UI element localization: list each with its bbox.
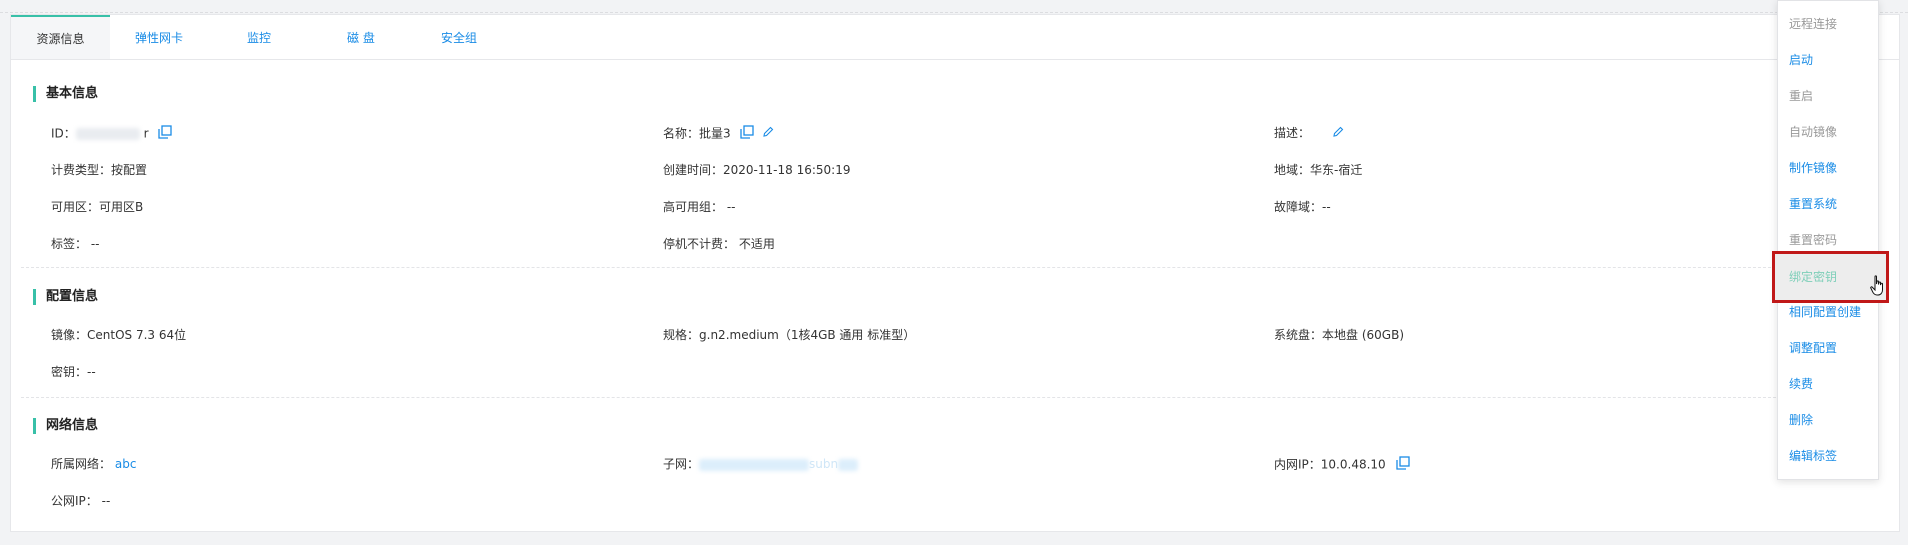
copy-icon[interactable] — [1395, 456, 1410, 474]
desc-label: 描述： — [1274, 126, 1311, 140]
field-created: 创建时间：2020-11-18 16:50:19 — [663, 162, 850, 178]
menu-item-resize[interactable]: 调整配置 — [1789, 340, 1837, 356]
image-label: 镜像： — [51, 328, 88, 342]
zone-label: 可用区： — [51, 200, 100, 214]
stopbill-label: 停机不计费： — [663, 237, 736, 251]
created-value: 2020-11-18 16:50:19 — [723, 163, 851, 177]
billing-value: 按配置 — [111, 163, 148, 177]
copy-icon[interactable] — [158, 125, 173, 143]
menu-item-create-image[interactable]: 制作镜像 — [1789, 160, 1837, 176]
instance-detail-panel: 资源信息 弹性网卡 监控 磁 盘 安全组 基本信息 ID： r 名称：批量3 描… — [10, 14, 1900, 532]
tab-monitor[interactable]: 监控 — [247, 15, 271, 59]
menu-item-auto-image[interactable]: 自动镜像 — [1789, 124, 1837, 140]
field-id: ID： r — [51, 125, 173, 143]
stopbill-value: 不适用 — [738, 237, 775, 251]
vpc-link[interactable]: abc — [115, 457, 137, 471]
privip-label: 内网IP： — [1274, 457, 1321, 472]
menu-item-edit-tags[interactable]: 编辑标签 — [1789, 448, 1837, 464]
menu-item-delete[interactable]: 删除 — [1789, 412, 1813, 428]
spec-value: g.n2.medium（1核4GB 通用 标准型） — [699, 328, 916, 342]
vpc-label: 所属网络： — [51, 457, 112, 471]
menu-item-restart[interactable]: 重启 — [1789, 88, 1813, 104]
field-key: 密钥：-- — [51, 364, 96, 380]
edit-pencil-icon[interactable] — [762, 126, 774, 142]
field-name: 名称：批量3 — [663, 125, 774, 141]
tab-security-group[interactable]: 安全组 — [441, 15, 477, 59]
zone-value: 可用区B — [99, 200, 144, 214]
tags-label: 标签： — [51, 237, 88, 251]
field-billing: 计费类型：按配置 — [51, 162, 147, 178]
fault-label: 故障域： — [1274, 200, 1323, 214]
spec-label: 规格： — [663, 328, 700, 342]
id-suffix: r — [143, 126, 149, 141]
more-actions-menu: 远程连接 启动 重启 自动镜像 制作镜像 重置系统 重置密码 相同配置创建 调整… — [1777, 0, 1879, 480]
subnet-label: 子网： — [663, 457, 700, 471]
name-value: 批量3 — [699, 126, 731, 141]
field-image: 镜像：CentOS 7.3 64位 — [51, 327, 186, 343]
field-fault-domain: 故障域：-- — [1274, 199, 1331, 215]
image-value: CentOS 7.3 64位 — [87, 328, 187, 342]
field-ha-group: 高可用组： -- — [663, 199, 736, 215]
divider — [21, 397, 1791, 398]
tags-value: -- — [90, 237, 100, 251]
pubip-value: -- — [101, 494, 111, 508]
menu-item-reset-system[interactable]: 重置系统 — [1789, 196, 1837, 212]
sysdisk-value: 本地盘 (60GB) — [1322, 328, 1404, 342]
field-spec: 规格：g.n2.medium（1核4GB 通用 标准型） — [663, 327, 915, 343]
subnet-redacted — [699, 458, 810, 471]
key-value: -- — [87, 365, 96, 379]
tab-eni[interactable]: 弹性网卡 — [135, 15, 183, 59]
section-title-basic: 基本信息 — [33, 86, 98, 102]
field-zone: 可用区：可用区B — [51, 199, 143, 215]
subnet-link[interactable]: subn — [809, 457, 838, 471]
sysdisk-label: 系统盘： — [1274, 328, 1323, 342]
billing-label: 计费类型： — [51, 163, 112, 177]
menu-item-remote-connect[interactable]: 远程连接 — [1789, 16, 1837, 32]
menu-item-bind-key[interactable]: 绑定密钥 — [1789, 268, 1837, 285]
section-title-network: 网络信息 — [33, 418, 98, 434]
section-title-config: 配置信息 — [33, 289, 98, 305]
menu-item-start[interactable]: 启动 — [1789, 52, 1813, 68]
ha-value: -- — [726, 200, 736, 214]
tab-resource-info[interactable]: 资源信息 — [11, 15, 110, 59]
hand-pointer-cursor-icon — [1870, 275, 1886, 300]
field-private-ip: 内网IP：10.0.48.10 — [1274, 456, 1410, 472]
menu-item-create-same-config[interactable]: 相同配置创建 — [1789, 304, 1861, 320]
edit-pencil-icon[interactable] — [1332, 126, 1344, 142]
region-value: 华东-宿迁 — [1310, 163, 1363, 177]
pubip-label: 公网IP： — [51, 494, 98, 508]
copy-icon[interactable] — [740, 125, 755, 143]
field-stop-billing: 停机不计费： 不适用 — [663, 236, 775, 252]
field-public-ip: 公网IP： -- — [51, 493, 110, 509]
created-label: 创建时间： — [663, 163, 724, 177]
region-label: 地域： — [1274, 163, 1311, 177]
ha-label: 高可用组： — [663, 200, 724, 214]
id-label: ID： — [51, 126, 76, 141]
top-strip — [0, 0, 1908, 13]
menu-item-reset-password[interactable]: 重置密码 — [1789, 232, 1837, 248]
subnet-redacted-tail — [838, 458, 859, 471]
fault-value: -- — [1322, 200, 1331, 214]
field-vpc: 所属网络： abc — [51, 456, 136, 472]
field-description: 描述： — [1274, 125, 1344, 141]
tab-bar: 资源信息 弹性网卡 监控 磁 盘 安全组 — [11, 15, 1899, 60]
field-subnet: 子网： subn — [663, 456, 859, 472]
name-label: 名称： — [663, 126, 700, 141]
field-system-disk: 系统盘：本地盘 (60GB) — [1274, 327, 1404, 343]
divider — [21, 267, 1791, 268]
tab-disk[interactable]: 磁 盘 — [347, 15, 375, 59]
field-region: 地域：华东-宿迁 — [1274, 162, 1362, 178]
menu-item-renew[interactable]: 续费 — [1789, 376, 1813, 392]
key-label: 密钥： — [51, 365, 88, 379]
id-redacted — [75, 128, 140, 140]
privip-value: 10.0.48.10 — [1320, 457, 1386, 472]
field-tags: 标签： -- — [51, 236, 100, 252]
